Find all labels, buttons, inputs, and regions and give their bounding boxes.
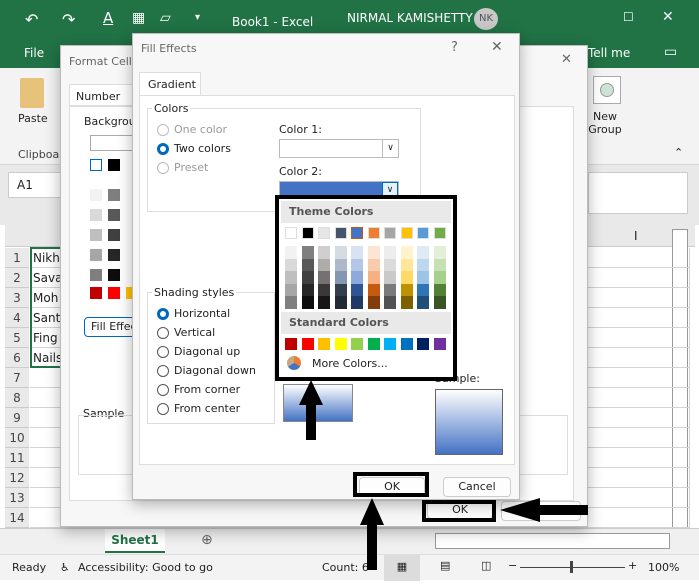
arrow-up-to-popup — [299, 380, 323, 440]
arrow-up-to-ok — [360, 498, 384, 570]
annotation-arrows — [299, 380, 588, 570]
arrow-left-to-ok — [500, 498, 588, 522]
